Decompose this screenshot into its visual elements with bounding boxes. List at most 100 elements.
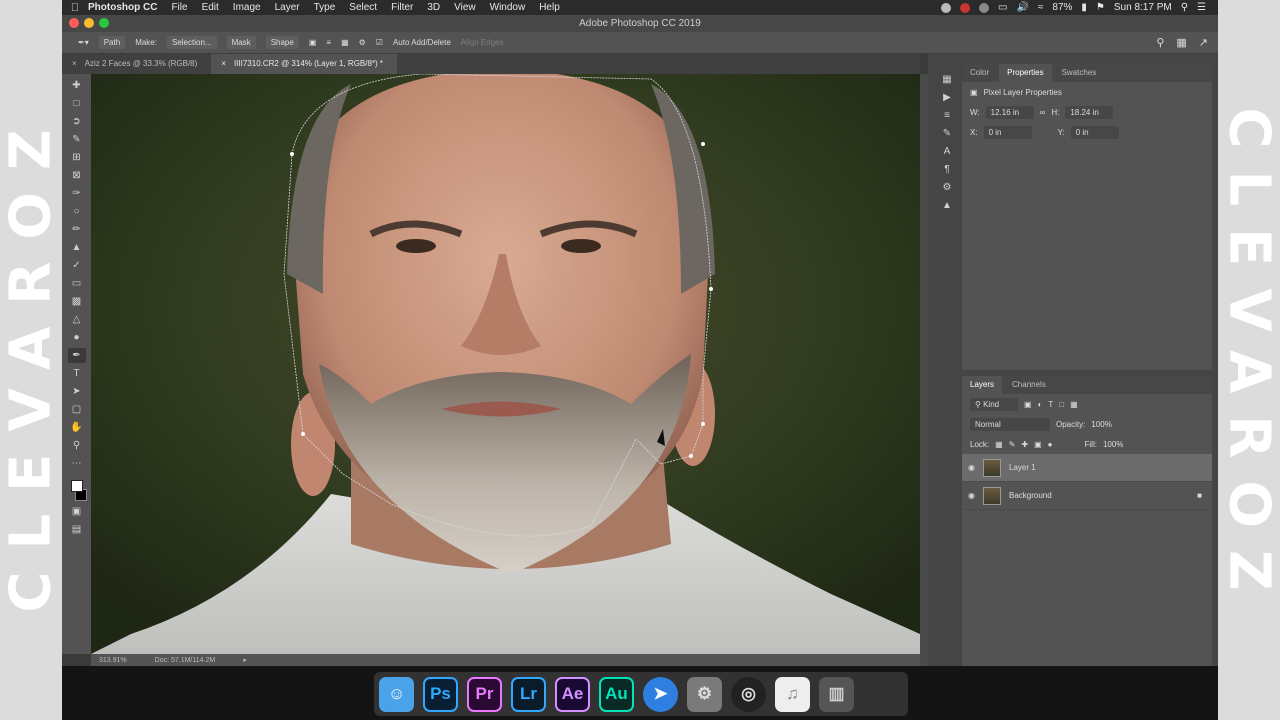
layer-name[interactable]: Layer 1 xyxy=(1009,463,1036,472)
brush-tool-icon[interactable]: ✏ xyxy=(68,222,86,237)
tab-iiii7310[interactable]: × IIII7310.CR2 @ 314% (Layer 1, RGB/8*) … xyxy=(211,54,398,74)
document-canvas[interactable] xyxy=(91,74,920,654)
pen-mode-select[interactable]: Path xyxy=(98,36,126,49)
safari-icon[interactable]: ➤ xyxy=(643,676,678,712)
close-tab-icon[interactable]: × xyxy=(221,54,226,74)
filter-type-icon[interactable]: T xyxy=(1048,400,1053,409)
pen-tool-icon[interactable]: ✒ xyxy=(67,348,86,363)
type-tool-icon[interactable]: T xyxy=(68,366,86,381)
menu-image[interactable]: Image xyxy=(233,2,261,13)
spotlight-icon[interactable]: ⚲ xyxy=(1181,2,1188,13)
history-panel-icon[interactable]: ▦ xyxy=(942,74,951,85)
visibility-eye-icon[interactable]: ◉ xyxy=(968,463,975,472)
menu-help[interactable]: Help xyxy=(539,2,560,13)
menu-type[interactable]: Type xyxy=(314,2,336,13)
trash-icon[interactable]: ▥ xyxy=(819,676,854,712)
status-arrow-icon[interactable]: ▸ xyxy=(243,656,247,664)
tab-swatches[interactable]: Swatches xyxy=(1054,64,1105,82)
cloud-icon[interactable] xyxy=(978,2,989,13)
tool-presets-icon[interactable]: ▲ xyxy=(942,200,952,211)
auto-add-delete-checkbox[interactable]: ☑ xyxy=(376,38,383,47)
stamp-tool-icon[interactable]: ▲ xyxy=(68,240,86,255)
frame-tool-icon[interactable]: ⊠ xyxy=(68,168,86,183)
notification-icon[interactable]: ☰ xyxy=(1197,2,1206,13)
pen-tool-icon[interactable]: ✒▾ xyxy=(78,38,89,47)
clone-source-icon[interactable]: ⚙ xyxy=(943,182,952,193)
width-field[interactable]: 12.16 in xyxy=(985,105,1034,119)
apple-icon[interactable]:  xyxy=(62,2,88,14)
character-panel-icon[interactable]: A xyxy=(944,146,951,157)
app-menu[interactable]: Photoshop CC xyxy=(88,2,157,13)
close-window-icon[interactable] xyxy=(69,18,79,28)
menu-select[interactable]: Select xyxy=(349,2,377,13)
blend-mode-select[interactable]: Normal xyxy=(970,417,1050,431)
search-icon[interactable]: ⚲ xyxy=(1156,36,1164,49)
crop-tool-icon[interactable]: ⊞ xyxy=(68,150,86,165)
adjustments-panel-icon[interactable]: ≡ xyxy=(944,110,950,121)
y-field[interactable]: 0 in xyxy=(1070,125,1119,139)
move-tool-icon[interactable]: ✚ xyxy=(68,78,86,93)
system-preferences-icon[interactable]: ⚙ xyxy=(687,676,722,712)
menu-layer[interactable]: Layer xyxy=(275,2,300,13)
eraser-tool-icon[interactable]: ▭ xyxy=(68,276,86,291)
lock-all-icon[interactable]: ● xyxy=(1048,440,1053,449)
airplay-icon[interactable]: ▭ xyxy=(998,2,1007,13)
audition-icon[interactable]: Au xyxy=(599,676,634,712)
zoom-window-icon[interactable] xyxy=(99,18,109,28)
flag-icon[interactable]: ⚑ xyxy=(1096,2,1105,13)
path-select-tool-icon[interactable]: ➤ xyxy=(68,384,86,399)
healing-tool-icon[interactable]: ○ xyxy=(68,204,86,219)
menu-filter[interactable]: Filter xyxy=(391,2,413,13)
creative-cloud-icon[interactable] xyxy=(940,2,951,13)
screen-mode-icon[interactable]: ▤ xyxy=(68,522,86,537)
quick-mask-icon[interactable]: ▣ xyxy=(68,504,86,519)
path-operations-icon[interactable]: ▣ xyxy=(309,38,317,47)
foreground-color-swatch[interactable] xyxy=(70,480,83,492)
lightroom-icon[interactable]: Lr xyxy=(511,676,546,712)
make-mask-button[interactable]: Mask xyxy=(226,36,256,49)
link-icon[interactable]: ∞ xyxy=(1040,108,1046,117)
path-arrangement-icon[interactable]: ▦ xyxy=(341,38,349,47)
visibility-eye-icon[interactable]: ◉ xyxy=(968,491,975,500)
tab-properties[interactable]: Properties xyxy=(999,64,1052,82)
brush-panel-icon[interactable]: ✎ xyxy=(943,128,951,139)
volume-icon[interactable]: 🔊 xyxy=(1016,2,1028,13)
battery-percent[interactable]: 87% xyxy=(1052,2,1072,13)
filter-smart-icon[interactable]: ▦ xyxy=(1070,400,1078,409)
close-tab-icon[interactable]: × xyxy=(72,54,77,74)
blur-tool-icon[interactable]: △ xyxy=(68,312,86,327)
lock-paint-icon[interactable]: ✎ xyxy=(1009,440,1016,449)
layer-filter-select[interactable]: ⚲ Kind xyxy=(970,397,1018,411)
path-alignment-icon[interactable]: ≡ xyxy=(326,38,331,47)
photoshop-icon[interactable]: Ps xyxy=(423,676,458,712)
obs-icon[interactable]: ◎ xyxy=(731,676,766,712)
zoom-tool-icon[interactable]: ⚲ xyxy=(68,438,86,453)
gradient-tool-icon[interactable]: ▩ xyxy=(68,294,86,309)
layer-name[interactable]: Background xyxy=(1009,491,1052,500)
tab-aziz-2-faces[interactable]: × Aziz 2 Faces @ 33.3% (RGB/8) xyxy=(62,54,211,74)
gear-icon[interactable]: ⚙ xyxy=(359,38,366,47)
menu-view[interactable]: View xyxy=(454,2,476,13)
tab-layers[interactable]: Layers xyxy=(962,376,1003,394)
premiere-icon[interactable]: Pr xyxy=(467,676,502,712)
eyedropper-tool-icon[interactable]: ✑ xyxy=(68,186,86,201)
history-brush-icon[interactable]: ✓ xyxy=(68,258,86,273)
workspace-icon[interactable]: ▦ xyxy=(1176,36,1186,49)
quick-select-tool-icon[interactable]: ✎ xyxy=(68,132,86,147)
hand-tool-icon[interactable]: ✋ xyxy=(68,420,86,435)
height-field[interactable]: 18.24 in xyxy=(1065,105,1114,119)
menu-edit[interactable]: Edit xyxy=(202,2,219,13)
fill-value[interactable]: 100% xyxy=(1103,440,1123,449)
finder-icon[interactable]: ☺ xyxy=(379,676,414,712)
layer-row-background[interactable]: ◉ Background ■ xyxy=(962,482,1212,510)
filter-adjustment-icon[interactable]: ◐ xyxy=(1038,400,1043,409)
x-field[interactable]: 0 in xyxy=(983,125,1032,139)
make-shape-button[interactable]: Shape xyxy=(265,36,299,49)
filter-pixel-icon[interactable]: ▣ xyxy=(1024,400,1032,409)
itunes-icon[interactable]: ♫ xyxy=(775,676,810,712)
lasso-tool-icon[interactable]: ➲ xyxy=(68,114,86,129)
layer-row-layer-1[interactable]: ◉ Layer 1 xyxy=(962,454,1212,482)
make-selection-button[interactable]: Selection... xyxy=(166,36,217,49)
menu-3d[interactable]: 3D xyxy=(427,2,440,13)
more-tools-icon[interactable]: ⋯ xyxy=(68,456,86,471)
